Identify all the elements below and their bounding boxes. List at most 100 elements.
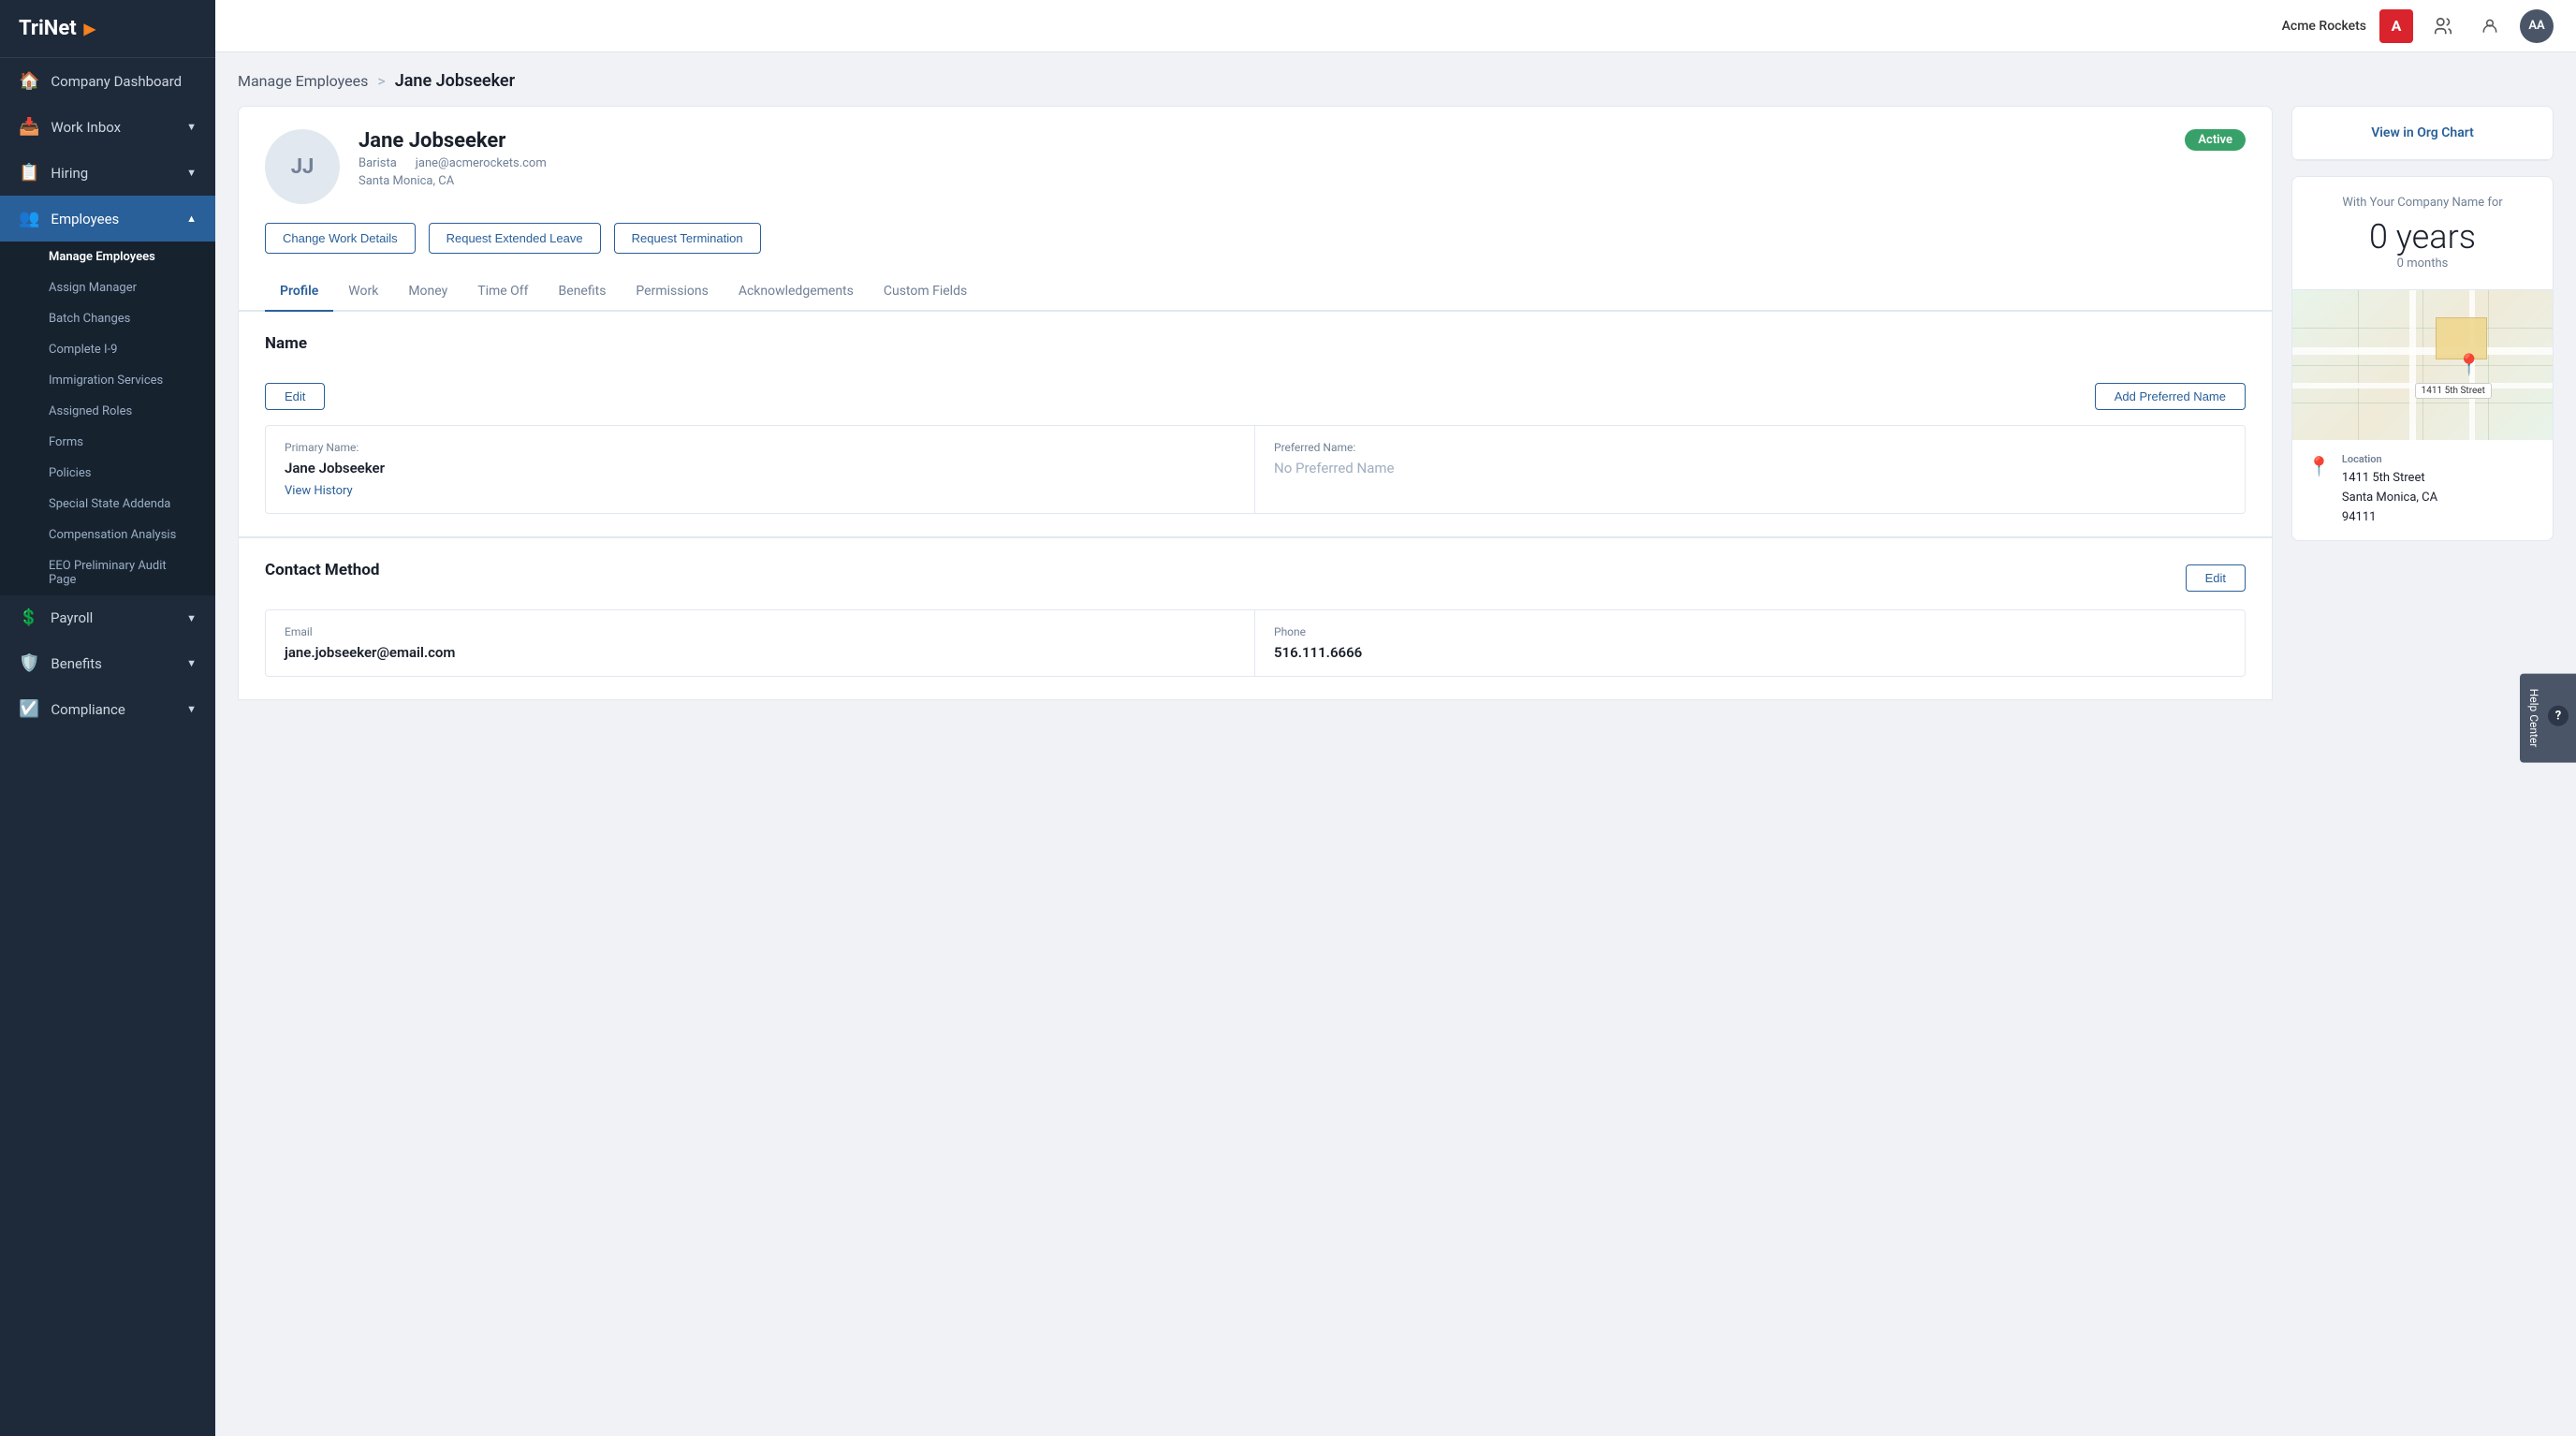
team-icon[interactable] xyxy=(2426,9,2460,43)
help-center-tab[interactable]: ? Help Center xyxy=(2520,674,2576,763)
tenure-with-label: With Your Company Name for xyxy=(2311,196,2534,210)
org-chart-card: View in Org Chart xyxy=(2291,106,2554,161)
map-grid xyxy=(2488,290,2489,440)
breadcrumb-parent[interactable]: Manage Employees xyxy=(238,72,368,90)
tab-custom-fields[interactable]: Custom Fields xyxy=(869,272,982,312)
tab-acknowledgements[interactable]: Acknowledgements xyxy=(724,272,869,312)
benefits-icon: 🛡️ xyxy=(19,653,39,673)
payroll-icon: 💲 xyxy=(19,608,39,627)
phone-label: Phone xyxy=(1274,625,2226,638)
sub-nav-assigned-roles[interactable]: Assigned Roles xyxy=(0,396,215,427)
chevron-down-icon: ▼ xyxy=(186,657,197,669)
tab-profile[interactable]: Profile xyxy=(265,272,333,312)
request-termination-button[interactable]: Request Termination xyxy=(614,223,761,254)
map-road xyxy=(2292,347,2553,355)
user-avatar[interactable]: AA xyxy=(2520,9,2554,43)
tenure-section: With Your Company Name for 0 years 0 mon… xyxy=(2292,177,2553,290)
sub-nav-forms[interactable]: Forms xyxy=(0,427,215,458)
sub-nav-manage-employees[interactable]: Manage Employees xyxy=(0,242,215,272)
employee-email: jane@acmerockets.com xyxy=(416,156,547,170)
preferred-name-cell: Preferred Name: No Preferred Name xyxy=(1255,426,2245,513)
sub-nav-policies[interactable]: Policies xyxy=(0,458,215,489)
primary-name-cell: Primary Name: Jane Jobseeker View Histor… xyxy=(266,426,1255,513)
contact-section: Contact Method Edit Email jane.jobseeker… xyxy=(238,537,2273,700)
location-details: Location 1411 5th Street Santa Monica, C… xyxy=(2342,453,2437,527)
request-extended-leave-button[interactable]: Request Extended Leave xyxy=(429,223,601,254)
sidebar-item-company-dashboard[interactable]: 🏠 Company Dashboard xyxy=(0,58,215,104)
name-section-title: Name xyxy=(265,334,307,353)
person-icon[interactable] xyxy=(2473,9,2507,43)
tab-work[interactable]: Work xyxy=(333,272,393,312)
map-pin-icon: 📍 xyxy=(2456,354,2481,377)
employee-header: JJ Jane Jobseeker Barista jane@acmerocke… xyxy=(238,106,2273,272)
employees-icon: 👥 xyxy=(19,209,39,228)
preferred-name-value: No Preferred Name xyxy=(1274,460,2226,476)
employee-info: Jane Jobseeker Barista jane@acmerockets.… xyxy=(359,129,2166,188)
breadcrumb: Manage Employees > Jane Jobseeker xyxy=(238,71,2554,91)
logo-text: TriNet xyxy=(19,17,77,40)
topbar: Acme Rockets A AA xyxy=(215,0,2576,52)
sidebar-item-payroll[interactable]: 💲 Payroll ▼ xyxy=(0,595,215,640)
sub-nav-complete-i9[interactable]: Complete I-9 xyxy=(0,334,215,365)
location-address: 1411 5th Street Santa Monica, CA 94111 xyxy=(2342,469,2437,527)
contact-grid: Email jane.jobseeker@email.com Phone 516… xyxy=(265,609,2246,677)
email-value: jane.jobseeker@email.com xyxy=(285,644,1236,661)
page-content: Manage Employees > Jane Jobseeker JJ Jan… xyxy=(215,52,2576,1436)
home-icon: 🏠 xyxy=(19,71,39,91)
name-section: Name Edit Add Preferred Name Primary Nam… xyxy=(238,312,2273,537)
sidebar-item-label: Work Inbox xyxy=(51,119,175,136)
sub-nav-batch-changes[interactable]: Batch Changes xyxy=(0,303,215,334)
tenure-years: 0 years xyxy=(2311,217,2534,256)
tabs-bar: Profile Work Money Time Off Benefits Per… xyxy=(238,272,2273,312)
sub-nav-special-state[interactable]: Special State Addenda xyxy=(0,489,215,520)
chevron-up-icon: ▲ xyxy=(186,212,197,225)
contact-edit-button[interactable]: Edit xyxy=(2186,564,2246,592)
tab-benefits[interactable]: Benefits xyxy=(544,272,622,312)
org-chart-link[interactable]: View in Org Chart xyxy=(2292,107,2553,160)
sidebar-item-benefits[interactable]: 🛡️ Benefits ▼ xyxy=(0,640,215,686)
view-history-link[interactable]: View History xyxy=(285,484,353,498)
map-grid xyxy=(2422,290,2423,440)
sub-nav-eeo[interactable]: EEO Preliminary Audit Page xyxy=(0,550,215,595)
page-body: JJ Jane Jobseeker Barista jane@acmerocke… xyxy=(238,106,2554,700)
email-cell: Email jane.jobseeker@email.com xyxy=(266,610,1255,676)
employee-location: Santa Monica, CA xyxy=(359,174,2166,188)
preferred-name-label: Preferred Name: xyxy=(1274,441,2226,454)
hiring-icon: 📋 xyxy=(19,163,39,183)
chevron-down-icon: ▼ xyxy=(186,167,197,179)
sidebar-item-work-inbox[interactable]: 📥 Work Inbox ▼ xyxy=(0,104,215,150)
sidebar-item-hiring[interactable]: 📋 Hiring ▼ xyxy=(0,150,215,196)
sub-nav-assign-manager[interactable]: Assign Manager xyxy=(0,272,215,303)
phone-cell: Phone 516.111.6666 xyxy=(1255,610,2245,676)
sub-nav-compensation[interactable]: Compensation Analysis xyxy=(0,520,215,550)
main-wrapper: Acme Rockets A AA Manage Employees > xyxy=(215,0,2576,1436)
action-buttons: Change Work Details Request Extended Lea… xyxy=(265,223,2246,254)
tab-money[interactable]: Money xyxy=(393,272,462,312)
change-work-details-button[interactable]: Change Work Details xyxy=(265,223,416,254)
add-preferred-name-button[interactable]: Add Preferred Name xyxy=(2095,383,2246,410)
tab-time-off[interactable]: Time Off xyxy=(462,272,543,312)
breadcrumb-current: Jane Jobseeker xyxy=(395,71,515,91)
company-name: Acme Rockets xyxy=(2282,19,2366,34)
map-road xyxy=(2409,290,2416,440)
chevron-down-icon: ▼ xyxy=(186,121,197,133)
sidebar-item-compliance[interactable]: ☑️ Compliance ▼ xyxy=(0,686,215,732)
sidebar-item-label: Employees xyxy=(51,211,175,227)
name-grid: Primary Name: Jane Jobseeker View Histor… xyxy=(265,425,2246,514)
sidebar-item-label: Company Dashboard xyxy=(51,73,197,90)
employee-avatar: JJ xyxy=(265,129,340,204)
sidebar-item-employees[interactable]: 👥 Employees ▲ xyxy=(0,196,215,242)
name-edit-button[interactable]: Edit xyxy=(265,383,325,410)
sidebar: TriNet ▶ 🏠 Company Dashboard 📥 Work Inbo… xyxy=(0,0,215,1436)
main-content: JJ Jane Jobseeker Barista jane@acmerocke… xyxy=(238,106,2273,700)
help-center-label: Help Center xyxy=(2527,689,2540,748)
employees-sub-nav: Manage Employees Assign Manager Batch Ch… xyxy=(0,242,215,595)
logo-arrow-icon: ▶ xyxy=(84,20,95,37)
location-pin-icon: 📍 xyxy=(2307,455,2331,477)
tab-permissions[interactable]: Permissions xyxy=(621,272,723,312)
tenure-months: 0 months xyxy=(2311,256,2534,271)
sub-nav-immigration-services[interactable]: Immigration Services xyxy=(0,365,215,396)
compliance-icon: ☑️ xyxy=(19,699,39,719)
company-logo-icon: A xyxy=(2379,9,2413,43)
employee-title: Barista xyxy=(359,156,397,170)
